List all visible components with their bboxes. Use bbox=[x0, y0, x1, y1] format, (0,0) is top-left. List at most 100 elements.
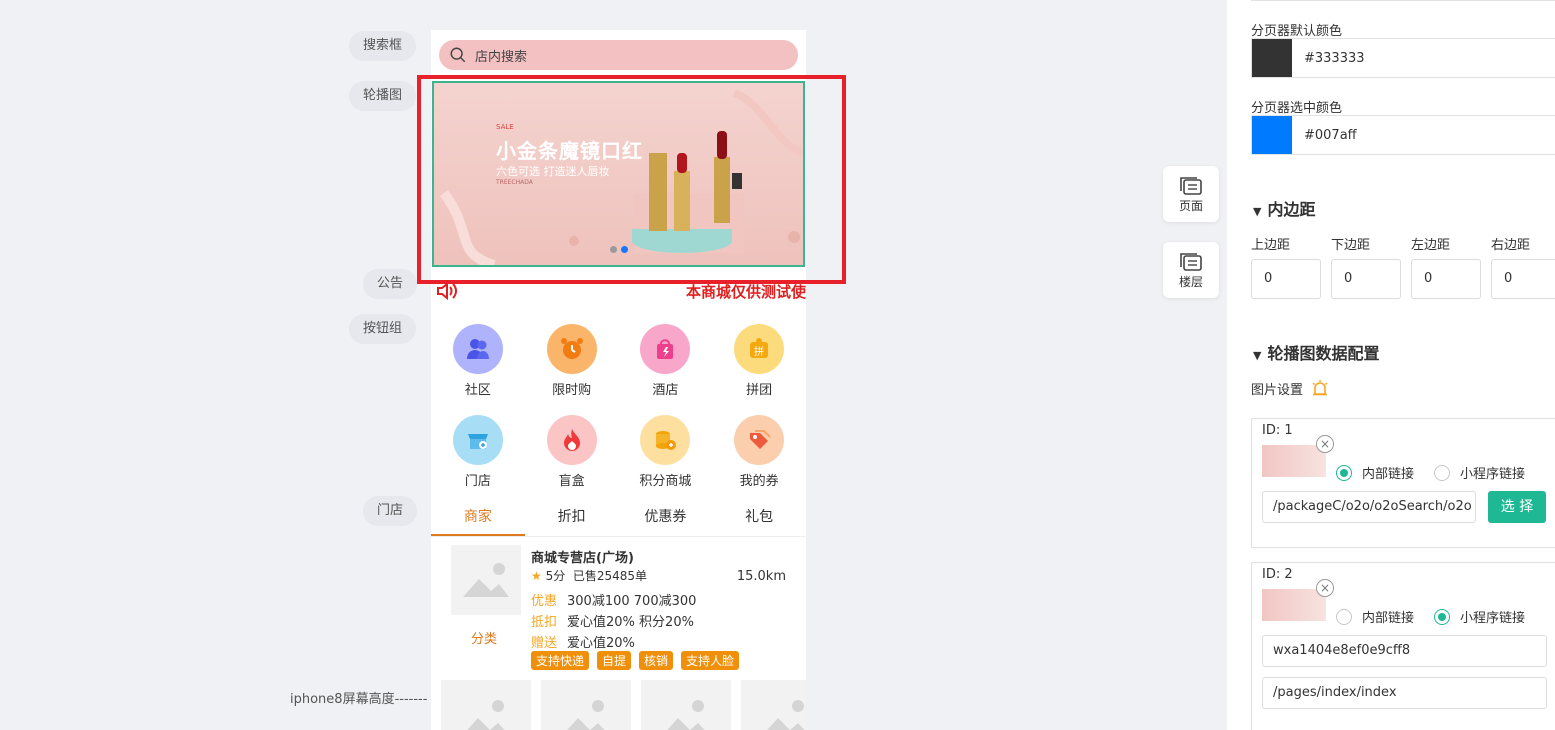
nav-button-store[interactable]: 门店 bbox=[431, 411, 525, 502]
carousel-config-title[interactable]: ▼ 轮播图数据配置 bbox=[1253, 340, 1379, 364]
nav-button-group-buy[interactable]: 拼 拼团 bbox=[712, 320, 806, 411]
triangle-down-icon: ▼ bbox=[1253, 205, 1262, 218]
shopping-bag-icon bbox=[640, 324, 691, 374]
padding-left-input[interactable]: 0 bbox=[1411, 259, 1481, 299]
store-category[interactable]: 分类 bbox=[471, 628, 497, 647]
image-setting-label: 图片设置 bbox=[1251, 379, 1329, 398]
page-icon bbox=[1180, 176, 1202, 195]
product-thumbnails bbox=[441, 680, 806, 730]
product-thumb[interactable] bbox=[741, 680, 806, 730]
nav-button-label: 积分商城 bbox=[639, 474, 692, 489]
padding-inputs: 0 0 0 0 bbox=[1251, 259, 1555, 299]
search-placeholder: 店内搜索 bbox=[475, 49, 528, 65]
link-path-input[interactable]: /packageC/o2o/o2oSearch/o2o bbox=[1262, 491, 1476, 523]
component-label-button-group[interactable]: 按钮组 bbox=[349, 314, 417, 344]
nav-button-blind-box[interactable]: 盲盒 bbox=[525, 411, 619, 502]
radio-internal-link[interactable] bbox=[1336, 608, 1352, 625]
svg-text:拼: 拼 bbox=[754, 345, 764, 358]
tab-gift-pack[interactable]: 礼包 bbox=[712, 500, 806, 536]
store-promo-row: 优惠 300减100 700减300 bbox=[531, 594, 697, 609]
page-button[interactable]: 页面 bbox=[1163, 166, 1219, 222]
padding-right-input[interactable]: 0 bbox=[1491, 259, 1555, 299]
banner-brand: TREECHADA bbox=[496, 179, 533, 186]
close-icon[interactable]: × bbox=[1316, 579, 1334, 597]
padding-section-title[interactable]: ▼ 内边距 bbox=[1253, 196, 1315, 220]
image-placeholder-icon bbox=[463, 563, 509, 597]
tab-coupon[interactable]: 优惠券 bbox=[619, 500, 713, 536]
pager-selected-color-picker[interactable]: #007aff bbox=[1251, 115, 1555, 155]
tab-merchant[interactable]: 商家 bbox=[431, 500, 525, 536]
pager-dot-2[interactable] bbox=[621, 246, 628, 253]
button-group: 社区 限时购 酒店 拼 拼团 门店 盲盒 积分商城 我的券 bbox=[431, 320, 806, 502]
store-thumbnail bbox=[451, 545, 521, 615]
carousel-item-2: ID: 2 × 内部链接 小程序链接 wxa1404e8ef0e9cff8 /p… bbox=[1251, 562, 1555, 730]
search-input[interactable]: 店内搜索 bbox=[439, 40, 798, 70]
radio-internal-link[interactable] bbox=[1336, 464, 1352, 481]
carousel-banner[interactable]: SALE 小金条魔镜口红 六色可选 打造迷人唇妆 TREECHADA bbox=[432, 81, 805, 267]
color-value[interactable]: #007aff bbox=[1304, 128, 1357, 143]
radio-miniprogram-link[interactable] bbox=[1434, 464, 1451, 481]
product-thumb[interactable] bbox=[541, 680, 631, 730]
color-value[interactable]: #333333 bbox=[1304, 51, 1365, 66]
product-thumb[interactable] bbox=[441, 680, 531, 730]
store-distance: 15.0km bbox=[736, 569, 786, 584]
floor-button-label: 楼层 bbox=[1178, 274, 1203, 289]
notice-text: 本商城仅供测试使 bbox=[685, 282, 806, 301]
page-button-label: 页面 bbox=[1178, 198, 1203, 213]
floor-button[interactable]: 楼层 bbox=[1163, 242, 1219, 298]
store-card[interactable]: 分类 商城专营店(广场) ★ 5分 已售25485单 15.0km 优惠 300减… bbox=[431, 545, 806, 680]
item-id: ID: 1 bbox=[1262, 423, 1293, 438]
search-icon bbox=[450, 47, 466, 63]
component-label-carousel[interactable]: 轮播图 bbox=[349, 81, 417, 111]
color-swatch[interactable] bbox=[1252, 116, 1292, 154]
banner-title: 小金条魔镜口红 bbox=[496, 139, 643, 163]
padding-left-label: 左边距 bbox=[1411, 238, 1451, 253]
banner-subtitle: 六色可选 打造迷人唇妆 bbox=[496, 165, 610, 178]
component-label-store[interactable]: 门店 bbox=[363, 496, 418, 526]
image-placeholder-icon bbox=[667, 700, 705, 730]
padding-labels: 上边距 下边距 左边距 右边距 bbox=[1251, 234, 1555, 253]
banner-illustration bbox=[439, 89, 803, 265]
radio-label: 内部链接 bbox=[1362, 611, 1415, 626]
nav-button-points-mall[interactable]: 积分商城 bbox=[619, 411, 713, 502]
select-button[interactable]: 选 择 bbox=[1488, 491, 1546, 523]
item-image[interactable] bbox=[1262, 589, 1326, 621]
radio-miniprogram-link[interactable] bbox=[1434, 608, 1451, 625]
page-path-input[interactable]: /pages/index/index bbox=[1262, 677, 1547, 709]
nav-button-label: 盲盒 bbox=[558, 474, 585, 489]
padding-bottom-input[interactable]: 0 bbox=[1331, 259, 1401, 299]
nav-button-hotel[interactable]: 酒店 bbox=[619, 320, 713, 411]
component-label-search[interactable]: 搜索框 bbox=[349, 31, 417, 61]
carousel-item-1: ID: 1 × 内部链接 小程序链接 /packageC/o2o/o2oSear… bbox=[1251, 418, 1555, 548]
padding-top-input[interactable]: 0 bbox=[1251, 259, 1321, 299]
component-label-notice[interactable]: 公告 bbox=[363, 269, 418, 299]
nav-button-my-coupons[interactable]: 我的券 bbox=[712, 411, 806, 502]
iphone8-height-marker: iphone8屏幕高度------- bbox=[290, 692, 428, 707]
color-swatch[interactable] bbox=[1252, 39, 1292, 77]
item-id: ID: 2 bbox=[1262, 567, 1293, 582]
store-score: ★ 5分 已售25485单 bbox=[531, 569, 648, 583]
close-icon[interactable]: × bbox=[1316, 435, 1334, 453]
store-deduction-row: 抵扣 爱心值20% 积分20% bbox=[531, 615, 694, 630]
store-name: 商城专营店(广场) bbox=[531, 551, 634, 566]
item-image[interactable] bbox=[1262, 445, 1326, 477]
store-tabs: 商家 折扣 优惠券 礼包 bbox=[431, 500, 806, 537]
notice-bar[interactable]: 本商城仅供测试使 bbox=[431, 276, 806, 306]
pager-default-color-picker[interactable]: #333333 bbox=[1251, 38, 1555, 78]
alarm-icon bbox=[1312, 380, 1328, 396]
product-thumb[interactable] bbox=[641, 680, 731, 730]
carousel-pager[interactable] bbox=[610, 246, 628, 253]
image-placeholder-icon bbox=[767, 700, 805, 730]
nav-button-community[interactable]: 社区 bbox=[431, 320, 525, 411]
search-bar[interactable]: 店内搜索 bbox=[431, 30, 806, 80]
nav-button-flash-sale[interactable]: 限时购 bbox=[525, 320, 619, 411]
appid-input[interactable]: wxa1404e8ef0e9cff8 bbox=[1262, 635, 1547, 667]
floor-icon bbox=[1180, 252, 1202, 271]
badge-pickup: 自提 bbox=[597, 651, 632, 670]
pager-dot-1[interactable] bbox=[610, 246, 617, 253]
radio-label: 小程序链接 bbox=[1460, 611, 1526, 626]
banner-tag: SALE bbox=[496, 123, 514, 131]
link-type-radios: 内部链接 小程序链接 bbox=[1336, 607, 1525, 626]
tab-discount[interactable]: 折扣 bbox=[525, 500, 619, 536]
triangle-down-icon: ▼ bbox=[1253, 349, 1262, 362]
